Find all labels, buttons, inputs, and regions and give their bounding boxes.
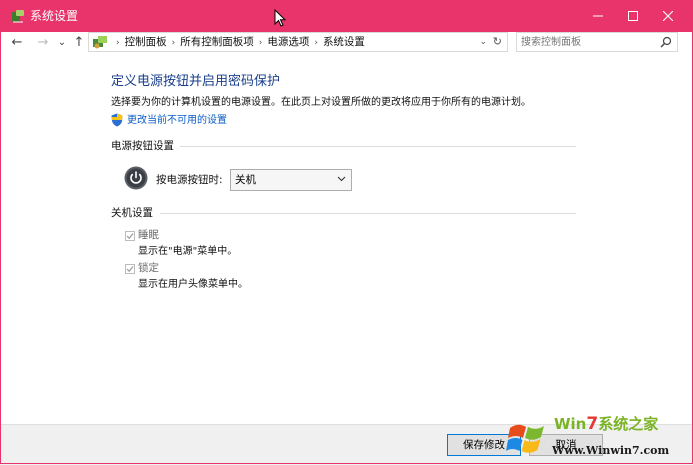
lock-description: 显示在用户头像菜单中。 bbox=[138, 279, 248, 290]
checkmark-icon bbox=[126, 266, 134, 273]
maximize-icon bbox=[627, 11, 638, 21]
checkmark-icon bbox=[126, 233, 134, 240]
breadcrumb-separator-icon: › bbox=[314, 38, 318, 48]
address-bar: ← → ⌄ ↑ › 控制面板 › 所有控制面板项 › 电源选项 › 系统设置 ⌄ ↻ bbox=[0, 32, 693, 54]
up-button[interactable]: ↑ bbox=[72, 35, 86, 51]
recent-locations-button[interactable]: ⌄ bbox=[57, 35, 67, 51]
watermark-brand: Win7系统之家 bbox=[554, 414, 659, 434]
section-divider bbox=[180, 146, 576, 147]
search-icon[interactable] bbox=[660, 36, 672, 48]
power-options-app-icon bbox=[12, 10, 24, 23]
uac-shield-icon bbox=[111, 113, 123, 127]
sleep-checkbox[interactable] bbox=[125, 231, 135, 241]
address-dropdown-icon[interactable]: ⌄ bbox=[479, 36, 487, 49]
power-button-action-select[interactable]: 关机 bbox=[230, 169, 352, 191]
page-description: 选择要为你的计算机设置的电源设置。在此页上对设置所做的更改将应用于你所有的电源计… bbox=[111, 97, 531, 108]
minimize-button[interactable] bbox=[580, 0, 615, 32]
breadcrumb-separator-icon: › bbox=[258, 38, 263, 48]
breadcrumb-item[interactable]: 所有控制面板项 bbox=[180, 36, 254, 48]
main-content: 定义电源按钮并启用密码保护 选择要为你的计算机设置的电源设置。在此页上对设置所做… bbox=[0, 54, 693, 424]
close-button[interactable] bbox=[650, 0, 685, 32]
minimize-icon bbox=[592, 15, 603, 17]
control-panel-icon bbox=[93, 36, 107, 49]
close-icon bbox=[662, 11, 673, 21]
search-input[interactable] bbox=[521, 34, 651, 50]
windows-logo-icon bbox=[506, 424, 544, 453]
power-button-action-value: 关机 bbox=[235, 174, 256, 186]
search-field[interactable] bbox=[516, 32, 678, 52]
shutdown-section-title: 关机设置 bbox=[111, 207, 153, 219]
breadcrumb-item[interactable]: 控制面板 bbox=[125, 36, 167, 48]
chevron-down-icon bbox=[337, 176, 346, 182]
sleep-label: 睡眠 bbox=[138, 229, 159, 241]
refresh-icon[interactable]: ↻ bbox=[493, 35, 502, 49]
change-unavailable-settings-link[interactable]: 更改当前不可用的设置 bbox=[127, 114, 227, 127]
title-bar: 系统设置 bbox=[0, 0, 693, 32]
maximize-button[interactable] bbox=[615, 0, 650, 32]
section-divider bbox=[160, 213, 576, 214]
breadcrumb: › 控制面板 › 所有控制面板项 › 电源选项 › 系统设置 bbox=[111, 36, 365, 50]
breadcrumb-item[interactable]: 系统设置 bbox=[323, 36, 365, 48]
page-title: 定义电源按钮并启用密码保护 bbox=[111, 74, 281, 89]
lock-checkbox[interactable] bbox=[125, 264, 135, 274]
power-button-action-label: 按电源按钮时: bbox=[156, 174, 223, 186]
breadcrumb-separator-icon: › bbox=[171, 38, 176, 48]
lock-label: 锁定 bbox=[138, 262, 159, 274]
window-title: 系统设置 bbox=[30, 9, 79, 23]
breadcrumb-item[interactable]: 电源选项 bbox=[267, 36, 309, 48]
address-field[interactable]: › 控制面板 › 所有控制面板项 › 电源选项 › 系统设置 ⌄ ↻ bbox=[88, 32, 508, 52]
sleep-description: 显示在"电源"菜单中。 bbox=[138, 246, 238, 257]
mouse-cursor-icon bbox=[274, 9, 287, 27]
power-button-icon bbox=[124, 166, 148, 190]
back-button[interactable]: ← bbox=[10, 35, 24, 51]
site-watermark: Win7系统之家 Www.Winwin7.com bbox=[502, 412, 692, 464]
power-button-section-title: 电源按钮设置 bbox=[111, 140, 174, 152]
forward-button[interactable]: → bbox=[36, 35, 50, 51]
watermark-url: Www.Winwin7.com bbox=[552, 444, 670, 457]
breadcrumb-separator-icon: › bbox=[116, 38, 120, 48]
